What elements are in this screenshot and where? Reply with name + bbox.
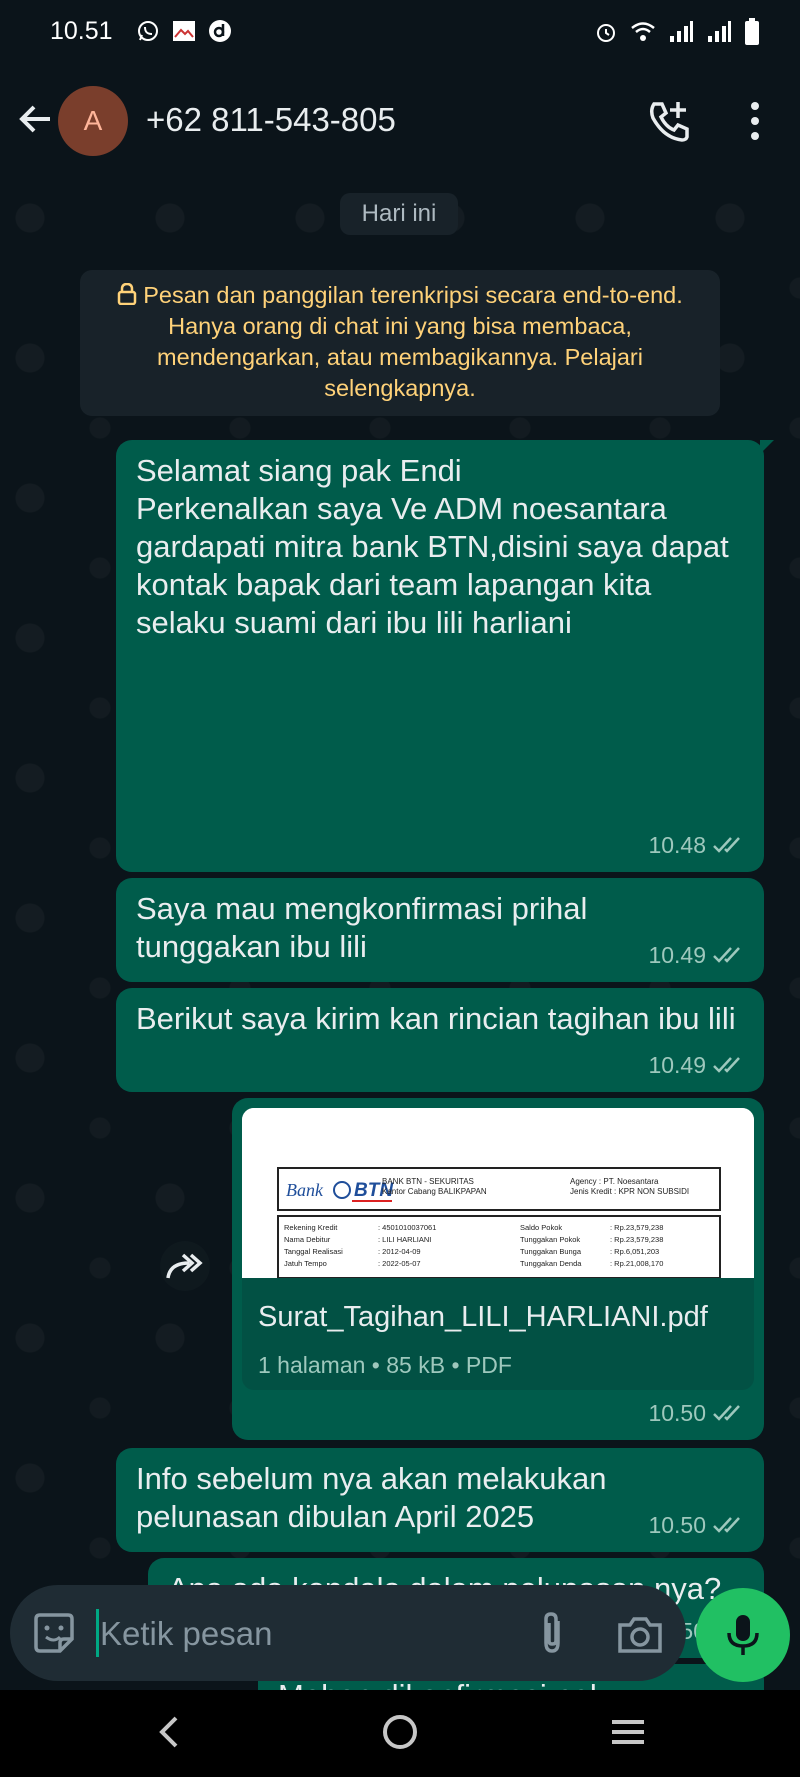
forward-button[interactable] [160, 1241, 210, 1291]
message-meta: 10.49 [648, 936, 746, 974]
sticker-button[interactable] [30, 1609, 78, 1657]
back-arrow-icon [19, 105, 50, 133]
svg-text:: Rp.23,579,238: : Rp.23,579,238 [610, 1223, 663, 1232]
message-bubble[interactable]: Saya mau mengkonfirmasi prihal tunggakan… [116, 878, 764, 982]
attach-button[interactable] [526, 1607, 578, 1659]
message-bubble[interactable]: Selamat siang pak Endi Perkenalkan saya … [116, 440, 774, 872]
svg-text:: Rp.21,008,170: : Rp.21,008,170 [610, 1259, 663, 1268]
camera-icon [618, 1617, 662, 1653]
message-meta: 10.50 [648, 1506, 746, 1544]
forward-icon [166, 1253, 203, 1279]
status-app-icons [135, 18, 233, 44]
preview-org-line1: BANK BTN - SEKURITAS [382, 1177, 474, 1186]
document-preview[interactable]: Bank BTN BANK BTN - SEKURITAS Kantor Cab… [242, 1108, 754, 1278]
message-time: 10.50 [648, 1400, 706, 1426]
attach-icon [544, 1612, 560, 1653]
message-text: Info sebelum nya akan melakukan pelunasa… [136, 1461, 607, 1534]
double-check-icon [713, 947, 740, 963]
nav-back-button[interactable] [148, 1710, 192, 1754]
more-vert-icon [751, 102, 759, 140]
svg-text:Tunggakan Denda: Tunggakan Denda [520, 1259, 582, 1268]
status-bar: 10.51 [0, 0, 800, 66]
message-bubble[interactable]: Info sebelum nya akan melakukan pelunasa… [116, 1448, 764, 1552]
encryption-notice[interactable]: Pesan dan panggilan terenkripsi secara e… [80, 270, 720, 416]
message-time: 10.48 [648, 832, 706, 858]
contact-name[interactable]: +62 811-543-805 [146, 101, 396, 139]
nav-home-icon [383, 1715, 417, 1749]
message-text: Berikut saya kirim kan rincian tagihan i… [136, 1001, 736, 1036]
mic-icon [727, 1615, 759, 1655]
camera-button[interactable] [614, 1609, 666, 1661]
date-label: Hari ini [340, 193, 458, 235]
message-meta: 10.48 [648, 826, 746, 864]
chat-area[interactable]: Hari ini Pesan dan panggilan terenkripsi… [0, 178, 800, 1728]
double-check-icon [713, 1057, 740, 1073]
back-button[interactable] [14, 98, 56, 140]
message-time: 10.50 [648, 1512, 706, 1538]
message-text: Saya mau mengkonfirmasi prihal tunggakan… [136, 891, 588, 964]
system-nav-bar [0, 1690, 800, 1777]
more-options-button[interactable] [740, 98, 770, 144]
chat-header: A +62 811-543-805 [0, 66, 800, 179]
document-preview-image: Bank BTN BANK BTN - SEKURITAS Kantor Cab… [242, 1108, 754, 1278]
preview-jenis-kredit: Jenis Kredit : KPR NON SUBSIDI [570, 1187, 689, 1196]
message-text: Selamat siang pak Endi Perkenalkan saya … [136, 453, 729, 640]
document-card[interactable]: Bank BTN BANK BTN - SEKURITAS Kantor Cab… [242, 1108, 754, 1390]
svg-text:Rekening Kredit: Rekening Kredit [284, 1223, 338, 1232]
signal-icon [708, 21, 731, 42]
svg-text:: 4501010037061: : 4501010037061 [378, 1223, 436, 1232]
svg-text:: LILI HARLIANI: : LILI HARLIANI [378, 1235, 431, 1244]
document-message-bubble[interactable]: Bank BTN BANK BTN - SEKURITAS Kantor Cab… [232, 1098, 764, 1440]
document-info: 1 halaman • 85 kB • PDF [258, 1352, 512, 1378]
signal-icon [670, 21, 693, 42]
voice-message-button[interactable] [696, 1588, 790, 1682]
svg-text:: Rp.6,051,203: : Rp.6,051,203 [610, 1247, 659, 1256]
message-time: 10.49 [648, 942, 706, 968]
message-meta: 10.49 [648, 1046, 746, 1084]
nav-home-button[interactable] [378, 1710, 422, 1754]
svg-text:Jatuh Tempo: Jatuh Tempo [284, 1259, 327, 1268]
wifi-icon [631, 22, 655, 41]
nav-recent-icon [612, 1720, 644, 1744]
app-d-icon [207, 18, 233, 44]
message-bubble[interactable]: Berikut saya kirim kan rincian tagihan i… [116, 988, 764, 1092]
svg-text:Nama Debitur: Nama Debitur [284, 1235, 331, 1244]
svg-text:Saldo Pokok: Saldo Pokok [520, 1223, 562, 1232]
svg-text:: Rp.23,579,238: : Rp.23,579,238 [610, 1235, 663, 1244]
battery-icon [745, 18, 759, 45]
encryption-text: Pesan dan panggilan terenkripsi secara e… [143, 282, 683, 401]
document-file-name: Surat_Tagihan_LILI_HARLIANI.pdf [258, 1301, 708, 1333]
preview-org-line2: Kantor Cabang BALIKPAPAN [382, 1187, 487, 1196]
message-meta: 10.50 [648, 1394, 746, 1432]
svg-text:: 2012-04-09: : 2012-04-09 [378, 1247, 421, 1256]
avatar[interactable]: A [58, 86, 128, 156]
status-system-icons [594, 18, 760, 46]
gallery-icon [171, 18, 197, 44]
nav-back-icon [159, 1716, 178, 1748]
preview-logo-bank: Bank [286, 1180, 324, 1200]
add-call-icon [649, 102, 689, 142]
message-composer [10, 1585, 686, 1681]
lock-icon [117, 282, 137, 306]
status-time: 10.51 [50, 17, 113, 45]
svg-text:Tunggakan Pokok: Tunggakan Pokok [520, 1235, 580, 1244]
nav-recent-button[interactable] [606, 1710, 650, 1754]
add-call-button[interactable] [646, 98, 692, 144]
message-input[interactable] [98, 1605, 402, 1663]
message-time: 10.49 [648, 1052, 706, 1078]
svg-text:Tanggal Realisasi: Tanggal Realisasi [284, 1247, 343, 1256]
double-check-icon [713, 837, 740, 853]
double-check-icon [713, 1405, 740, 1421]
double-check-icon [713, 1517, 740, 1533]
sticker-icon [34, 1613, 74, 1653]
preview-agency: Agency : PT. Noesantara [570, 1177, 659, 1186]
svg-text:: 2022-05-07: : 2022-05-07 [378, 1259, 421, 1268]
svg-text:Tunggakan Bunga: Tunggakan Bunga [520, 1247, 582, 1256]
alarm-icon [597, 24, 615, 42]
whatsapp-icon [135, 18, 161, 44]
